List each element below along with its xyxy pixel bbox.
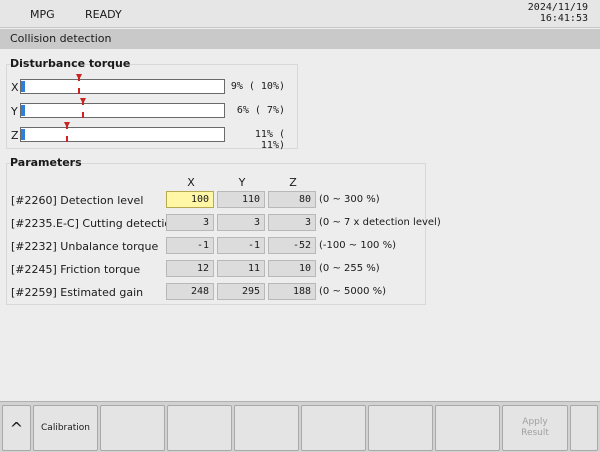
peak-marker-head (76, 74, 82, 80)
param-input-z[interactable]: 188 (268, 283, 316, 300)
param-input-x[interactable]: -1 (166, 237, 214, 254)
peak-marker-head (80, 98, 86, 104)
softkey-blank-5[interactable] (301, 405, 366, 451)
softkey-blank-3[interactable] (167, 405, 232, 451)
torque-bar-fill (21, 129, 25, 140)
peak-marker-head (64, 122, 70, 128)
torque-bar-fill (21, 105, 25, 116)
param-input-x[interactable]: 100 (166, 191, 214, 208)
axis-label: Z (11, 129, 19, 142)
param-input-z[interactable]: 80 (268, 191, 316, 208)
param-label: [#2260] Detection level (11, 194, 144, 207)
disturbance-row-y: Y 6% ( 7%) (0, 98, 300, 119)
param-label: [#2259] Estimated gain (11, 286, 144, 299)
torque-bar-fill (21, 81, 25, 92)
page-title: Collision detection (10, 32, 112, 45)
param-row-estimated-gain: [#2259] Estimated gain 248 295 188 (0 ~ … (0, 283, 430, 301)
param-input-y[interactable]: -1 (217, 237, 265, 254)
param-range: (-100 ~ 100 %) (319, 240, 397, 251)
torque-value: 9% ( 10%) (230, 81, 285, 92)
param-range: (0 ~ 255 %) (319, 263, 380, 274)
status-indicator: READY (85, 8, 122, 21)
datetime: 2024/11/19 16:41:53 (528, 2, 588, 24)
softkey-blank-6[interactable] (368, 405, 433, 451)
softkey-blank-7[interactable] (435, 405, 500, 451)
torque-bar (20, 122, 225, 142)
status-bar: MPG READY 2024/11/19 16:41:53 (0, 0, 600, 28)
softkey-blank-4[interactable] (234, 405, 299, 451)
calibration-button[interactable]: Calibration (33, 405, 98, 451)
mode-indicator: MPG (30, 8, 55, 21)
torque-value: 6% ( 7%) (236, 105, 285, 116)
torque-value: 11% ( 11%) (254, 129, 285, 151)
param-input-y[interactable]: 110 (217, 191, 265, 208)
softkey-blank-2[interactable] (100, 405, 165, 451)
disturbance-title: Disturbance torque (10, 57, 131, 70)
param-input-z[interactable]: -52 (268, 237, 316, 254)
param-row-unbalance-torque: [#2232] Unbalance torque -1 -1 -52 (-100… (0, 237, 430, 255)
torque-bar (20, 98, 225, 118)
axis-label: X (11, 81, 19, 94)
param-input-z[interactable]: 10 (268, 260, 316, 277)
column-header-z: Z (289, 176, 297, 189)
torque-bar (20, 74, 225, 94)
apply-result-button[interactable]: Apply Result (502, 405, 568, 451)
param-row-cutting-detection-level: [#2235.E-C] Cutting detection level 3 3 … (0, 214, 441, 232)
param-label: [#2245] Friction torque (11, 263, 141, 276)
column-header-y: Y (238, 176, 246, 189)
axis-label: Y (11, 105, 18, 118)
date-text: 2024/11/19 (527, 2, 588, 13)
param-range: (0 ~ 5000 %) (319, 286, 387, 297)
param-input-x[interactable]: 3 (166, 214, 214, 231)
disturbance-row-z: Z 11% ( 11%) (0, 122, 300, 151)
param-input-x[interactable]: 248 (166, 283, 214, 300)
chevron-up-icon[interactable]: ^ (2, 405, 31, 451)
disturbance-row-x: X 9% ( 10%) (0, 74, 300, 95)
time-text: 16:41:53 (539, 13, 588, 24)
calibration-label: Calibration (41, 422, 90, 433)
param-range: (0 ~ 300 %) (319, 194, 380, 205)
menu-up-glyph: ^ (9, 418, 24, 438)
param-input-y[interactable]: 11 (217, 260, 265, 277)
softkey-blank-end[interactable] (570, 405, 598, 451)
apply-label-line2: Result (521, 428, 549, 438)
column-header-x: X (187, 176, 195, 189)
parameters-title: Parameters (10, 156, 82, 169)
param-row-detection-level: [#2260] Detection level 100 110 80 (0 ~ … (0, 191, 430, 209)
param-input-y[interactable]: 3 (217, 214, 265, 231)
param-label: [#2232] Unbalance torque (11, 240, 159, 253)
param-range: (0 ~ 7 x detection level) (319, 217, 441, 228)
softkey-bar: ^ Calibration Apply Result (0, 401, 600, 452)
param-input-y[interactable]: 295 (217, 283, 265, 300)
apply-label-line1: Apply (522, 417, 548, 427)
title-bar: Collision detection (0, 29, 600, 49)
param-input-z[interactable]: 3 (268, 214, 316, 231)
param-row-friction-torque: [#2245] Friction torque 12 11 10 (0 ~ 25… (0, 260, 430, 278)
param-input-x[interactable]: 12 (166, 260, 214, 277)
